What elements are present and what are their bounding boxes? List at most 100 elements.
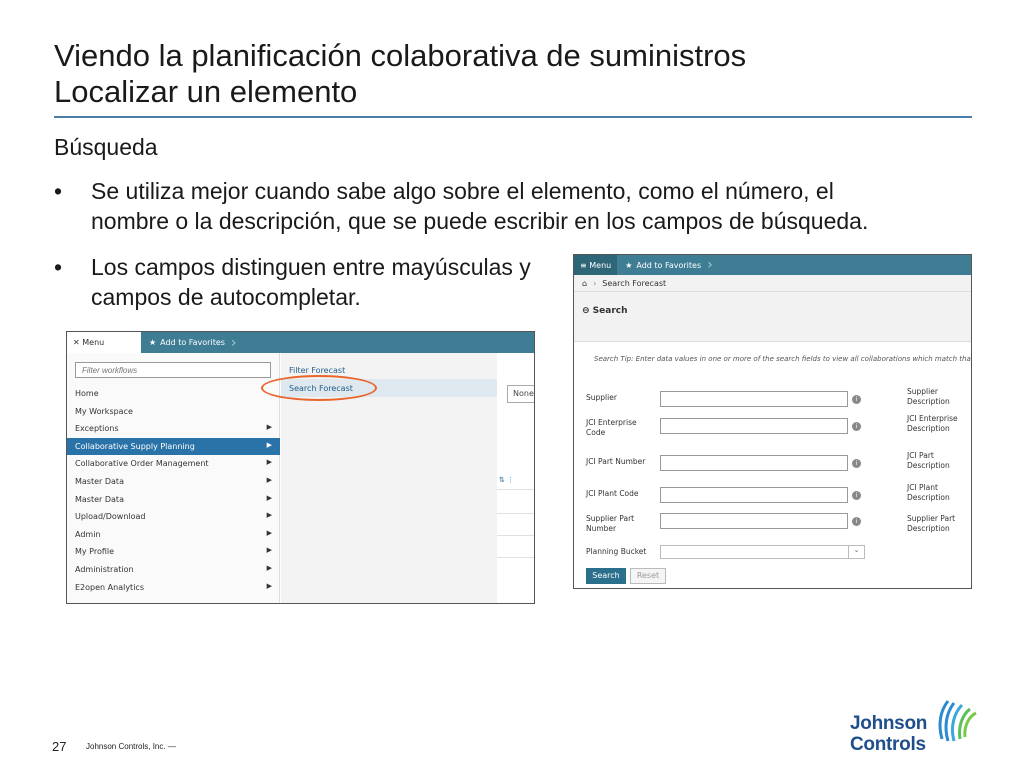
slide-title-line2: Localizar un elemento bbox=[54, 74, 358, 109]
menu-topbar: ✕ Menu ★ Add to Favorites › bbox=[67, 332, 534, 353]
menu-screenshot: ✕ Menu ★ Add to Favorites › Home My Work… bbox=[66, 331, 535, 604]
menu-item-master-data-2[interactable]: Master Data ▶ bbox=[67, 491, 280, 509]
menu-item-label: Exceptions bbox=[75, 424, 119, 434]
caret-right-icon: ▶ bbox=[266, 493, 272, 502]
caret-right-icon: ▶ bbox=[266, 440, 272, 449]
add-favorites-label: Add to Favorites bbox=[636, 260, 702, 270]
menu-item-collaborative-order-management[interactable]: Collaborative Order Management ▶ bbox=[67, 455, 280, 473]
field-label: JCI Part Number bbox=[586, 457, 646, 466]
menu-item-label: E2open Analytics bbox=[75, 582, 144, 592]
table-row bbox=[497, 557, 534, 571]
bullet-1-line1: Se utiliza mejor cuando sabe algo sobre … bbox=[91, 178, 834, 204]
caret-right-icon: ▶ bbox=[266, 475, 272, 484]
bullet-2-line1: Los campos distinguen entre mayúsculas y bbox=[91, 254, 531, 280]
workflow-menu: Home My Workspace Exceptions ▶ Collaborat… bbox=[67, 353, 280, 603]
add-favorites-button[interactable]: ★ Add to Favorites › bbox=[617, 255, 713, 275]
field-right-label: JCI Plant Description bbox=[907, 483, 950, 502]
caret-right-icon: ▶ bbox=[266, 563, 272, 572]
menu-item-master-data[interactable]: Master Data ▶ bbox=[67, 473, 280, 491]
table-row bbox=[497, 489, 534, 503]
logo-line2: Controls bbox=[850, 734, 926, 755]
field-label: Supplier bbox=[586, 393, 617, 402]
column-tools-icons: ⇅ ⋮ bbox=[499, 476, 515, 484]
menu-item-administration[interactable]: Administration ▶ bbox=[67, 561, 280, 579]
menu-item-label: Admin bbox=[75, 529, 101, 539]
menu-item-label: Collaborative Order Management bbox=[75, 459, 209, 469]
menu-item-my-workspace[interactable]: My Workspace bbox=[67, 403, 280, 421]
star-icon: ★ bbox=[149, 338, 157, 347]
caret-right-icon: ▶ bbox=[266, 458, 272, 467]
logo-line1: Johnson bbox=[850, 713, 928, 734]
info-icon[interactable]: i bbox=[852, 422, 861, 431]
table-row bbox=[497, 513, 534, 527]
menu-item-my-profile[interactable]: My Profile ▶ bbox=[67, 543, 280, 561]
menu-item-collaborative-supply-planning[interactable]: Collaborative Supply Planning ▶ bbox=[67, 437, 280, 456]
info-icon[interactable]: i bbox=[852, 517, 861, 526]
menu-item-label: Home bbox=[75, 389, 99, 398]
search-section-toggle[interactable]: ⊖ Search bbox=[574, 292, 971, 342]
breadcrumb-separator-icon: › bbox=[593, 278, 597, 288]
menu-button[interactable]: ≡ Menu bbox=[574, 255, 618, 275]
breadcrumb-current: Search Forecast bbox=[602, 278, 667, 288]
slide-subtitle: Búsqueda bbox=[54, 134, 158, 160]
menu-item-label: Master Data bbox=[75, 476, 124, 486]
menu-list: Home My Workspace Exceptions ▶ Collaborat… bbox=[67, 385, 280, 596]
reset-button[interactable]: Reset bbox=[630, 568, 666, 584]
menu-item-label: My Profile bbox=[75, 547, 115, 557]
jci-enterprise-code-input[interactable] bbox=[660, 418, 848, 434]
slide-title-line1: Viendo la planificación colaborativa de … bbox=[54, 38, 747, 73]
info-icon[interactable]: i bbox=[852, 491, 861, 500]
menu-item-label: My Workspace bbox=[75, 406, 133, 416]
bullet-1-line2: nombre o la descripción, que se puede es… bbox=[91, 208, 869, 234]
home-icon[interactable]: ⌂ bbox=[582, 279, 587, 288]
supplier-part-number-input[interactable] bbox=[660, 513, 848, 529]
info-icon[interactable]: i bbox=[852, 459, 861, 468]
chevron-right-icon: › bbox=[230, 334, 237, 351]
filter-workflows-input[interactable] bbox=[75, 362, 271, 378]
add-favorites-button[interactable]: ★ Add to Favorites › bbox=[141, 332, 237, 353]
field-right-label: Supplier Description bbox=[907, 387, 950, 406]
field-label: JCI Enterprise Code bbox=[586, 418, 637, 437]
caret-right-icon: ▶ bbox=[266, 511, 272, 520]
field-right-label: Supplier Part Description bbox=[907, 514, 956, 533]
menu-item-e2open-analytics[interactable]: E2open Analytics ▶ bbox=[67, 579, 280, 597]
menu-item-upload-download[interactable]: Upload/Download ▶ bbox=[67, 508, 280, 526]
menu-item-admin[interactable]: Admin ▶ bbox=[67, 526, 280, 544]
caret-right-icon: ▶ bbox=[266, 528, 272, 537]
menu-item-exceptions[interactable]: Exceptions ▶ bbox=[67, 420, 280, 438]
logo-wordmark: Johnson Controls bbox=[850, 713, 927, 755]
page-number: 27 bbox=[52, 739, 67, 754]
chevron-down-icon: ⌄ bbox=[848, 546, 864, 558]
slide-title: Viendo la planificación colaborativa de … bbox=[54, 38, 746, 110]
search-screenshot: ≡ Menu ★ Add to Favorites › ⌂ › Search F… bbox=[573, 254, 972, 589]
johnson-controls-logo: Johnson Controls bbox=[850, 699, 980, 755]
search-button[interactable]: Search bbox=[586, 568, 626, 584]
search-topbar: ≡ Menu ★ Add to Favorites › bbox=[574, 255, 971, 275]
bullet-2-line2: campos de autocompletar. bbox=[91, 284, 361, 310]
none-dropdown[interactable]: None bbox=[507, 385, 534, 403]
field-label: Supplier Part Number bbox=[586, 514, 635, 533]
supplier-input[interactable] bbox=[660, 391, 848, 407]
jci-plant-code-input[interactable] bbox=[660, 487, 848, 503]
menu-button[interactable]: ✕ Menu bbox=[67, 332, 141, 353]
field-right-label: JCI Enterprise Description bbox=[907, 414, 958, 433]
footer-text: Johnson Controls, Inc. — bbox=[86, 742, 176, 751]
menu-item-label: Collaborative Supply Planning bbox=[75, 441, 195, 451]
add-favorites-label: Add to Favorites bbox=[160, 338, 225, 347]
table-row bbox=[497, 535, 534, 549]
info-icon[interactable]: i bbox=[852, 395, 861, 404]
star-icon: ★ bbox=[625, 260, 633, 270]
menu-item-label: Administration bbox=[75, 564, 134, 574]
menu-item-home[interactable]: Home bbox=[67, 385, 280, 403]
jci-enterprise-code-row: JCI Enterprise Code i JCI Enterprise Des… bbox=[586, 414, 966, 444]
bullet-marker: • bbox=[54, 178, 63, 204]
logo-mark-icon bbox=[938, 700, 977, 742]
chevron-right-icon: › bbox=[707, 257, 713, 273]
menu-item-label: Master Data bbox=[75, 494, 124, 504]
caret-right-icon: ▶ bbox=[266, 581, 272, 590]
jci-part-number-input[interactable] bbox=[660, 455, 848, 471]
field-label: Planning Bucket bbox=[586, 547, 647, 556]
title-divider bbox=[54, 116, 972, 118]
planning-bucket-select[interactable]: ⌄ bbox=[660, 545, 865, 559]
breadcrumb: ⌂ › Search Forecast bbox=[574, 275, 971, 292]
